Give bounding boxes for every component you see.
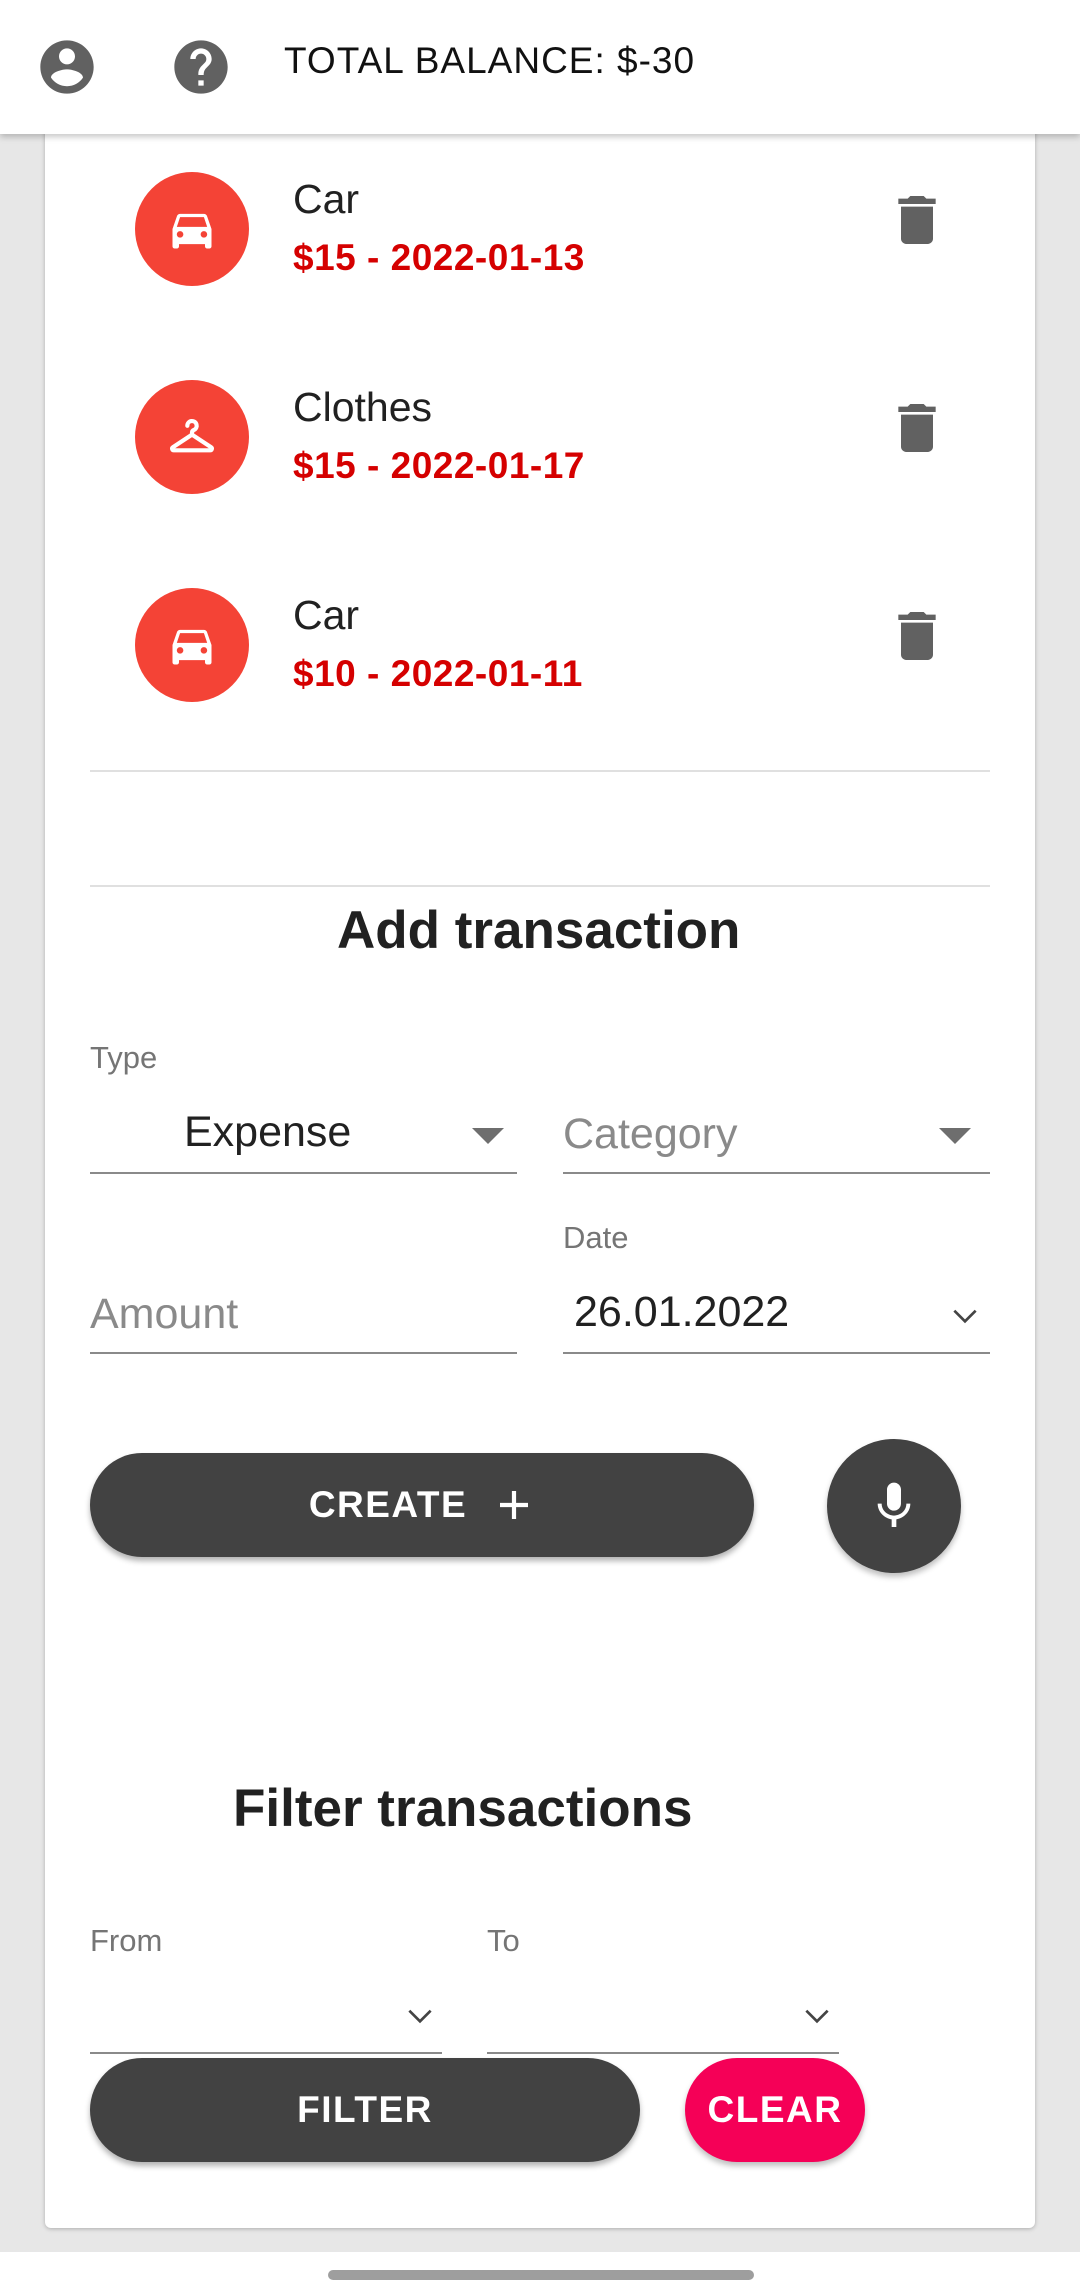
transaction-category: Car [293,176,360,222]
category-avatar [135,380,249,494]
create-label: CREATE [308,1484,468,1525]
date-value: 26.01.2022 [574,1288,790,1336]
category-avatar [135,172,249,286]
transaction-category: Clothes [293,384,433,430]
chevron-down-icon [408,2009,432,2024]
app-bar: TOTAL BALANCE: $-30 [0,0,1080,134]
chevron-down-icon [805,2009,829,2024]
type-value: Expense [184,1108,352,1156]
divider [90,885,990,887]
from-label: From [90,1923,163,1958]
chevron-down-icon [953,1309,977,1324]
filter-button[interactable]: FILTER [90,2058,640,2162]
transaction-item[interactable]: Car $15 - 2022-01-13 [45,172,1035,332]
help-circle-icon[interactable] [169,35,233,99]
type-label: Type [90,1040,158,1075]
to-date-picker[interactable] [487,1980,839,2054]
car-icon [172,629,212,665]
type-select[interactable]: Expense [90,1100,517,1174]
divider [90,770,990,772]
system-navigation-bar [0,2252,1080,2296]
create-button[interactable]: CREATE [90,1453,754,1557]
hanger-icon [170,419,214,453]
from-date-picker[interactable] [90,1980,442,2054]
transaction-amount-date: $15 - 2022-01-17 [293,445,585,486]
clear-label: CLEAR [707,2089,843,2130]
voice-input-button[interactable] [827,1439,961,1573]
transaction-amount-date: $15 - 2022-01-13 [293,237,585,278]
transaction-category: Car [293,592,360,638]
delete-icon[interactable] [885,604,949,668]
delete-icon[interactable] [885,396,949,460]
category-avatar [135,588,249,702]
date-label: Date [563,1220,629,1255]
transactions-card: Car $15 - 2022-01-13 Clothes $15 - 2022-… [45,100,1035,2228]
home-gesture-handle[interactable] [328,2270,754,2280]
add-transaction-title: Add transaction [337,901,741,960]
filter-transactions-title: Filter transactions [233,1779,693,1838]
date-picker[interactable]: 26.01.2022 [563,1280,990,1354]
car-icon [172,213,212,249]
filter-label: FILTER [297,2089,433,2130]
total-balance: TOTAL BALANCE: $-30 [284,40,696,81]
category-select[interactable]: Category [563,1100,990,1174]
clear-button[interactable]: CLEAR [685,2058,865,2162]
amount-input[interactable]: Amount [90,1280,517,1354]
transaction-amount-date: $10 - 2022-01-11 [293,653,583,694]
transaction-item[interactable]: Car $10 - 2022-01-11 [45,588,1035,748]
microphone-icon [877,1482,911,1527]
amount-placeholder: Amount [90,1290,239,1338]
transaction-item[interactable]: Clothes $15 - 2022-01-17 [45,380,1035,540]
account-circle-icon[interactable] [35,35,99,99]
dropdown-arrow-icon [472,1128,504,1144]
category-placeholder: Category [563,1110,738,1158]
dropdown-arrow-icon [939,1128,971,1144]
delete-icon[interactable] [885,188,949,252]
to-label: To [487,1923,520,1958]
plus-icon [500,1491,529,1519]
